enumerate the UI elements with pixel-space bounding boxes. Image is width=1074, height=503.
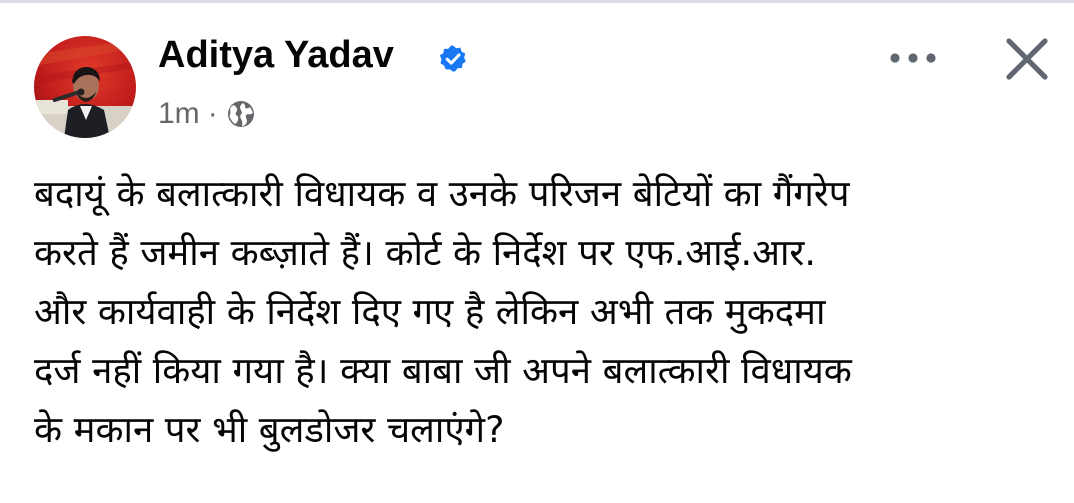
profile-photo-icon [34,36,136,138]
close-button[interactable] [996,30,1058,88]
post-meta: 1m · [158,94,256,134]
post-text-line: करते हैं जमीन कब्ज़ाते हैं। कोर्ट के निर… [34,231,816,274]
author-name[interactable]: Aditya Yadav [158,34,394,77]
post-header: Aditya Yadav 1m · [0,0,1074,150]
post-text-line: और कार्यवाही के निर्देश दिए गए है लेकिन … [34,290,826,333]
meta-separator: · [207,97,218,130]
more-horizontal-icon [890,53,936,63]
globe-icon[interactable] [226,99,256,129]
author-avatar[interactable] [34,36,136,138]
verified-badge-icon [439,45,466,72]
post-message: बदायूं के बलात्कारी विधायक व उनके परिजन … [34,164,1064,459]
post-text-line: बदायूं के बलात्कारी विधायक व उनके परिजन … [34,172,850,215]
post-text-line: दर्ज नहीं किया गया है। क्या बाबा जी अपने… [34,349,852,392]
close-icon [1006,38,1048,80]
post-timestamp[interactable]: 1m [158,97,200,131]
post-card: Aditya Yadav 1m · बदायूं के बलात्कारी वि… [0,0,1074,503]
post-text-line: के मकान पर भी बुलडोजर चलाएंगे? [34,408,505,451]
more-options-button[interactable] [878,38,948,78]
